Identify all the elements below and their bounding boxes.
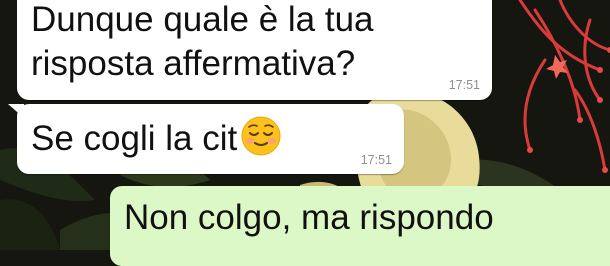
message-text-content: Se cogli la cit: [31, 119, 238, 158]
message-bubble-incoming[interactable]: Dunque quale è la tua risposta affermati…: [17, 0, 492, 100]
message-timestamp: 17:51: [360, 153, 392, 167]
message-timestamp: 17:51: [448, 78, 480, 92]
message-text-line-2: risposta affermativa?: [31, 44, 356, 83]
relieved-face-emoji: [241, 116, 281, 167]
message-bubble-incoming[interactable]: Se cogli la cit 17:51: [17, 104, 404, 174]
message-text: Non colgo, ma rispondo: [124, 198, 494, 237]
message-text-line-1: Dunque quale è la tua: [31, 0, 374, 39]
message-bubble-outgoing[interactable]: Non colgo, ma rispondo: [110, 186, 610, 266]
message-text: Se cogli la cit: [31, 116, 281, 167]
